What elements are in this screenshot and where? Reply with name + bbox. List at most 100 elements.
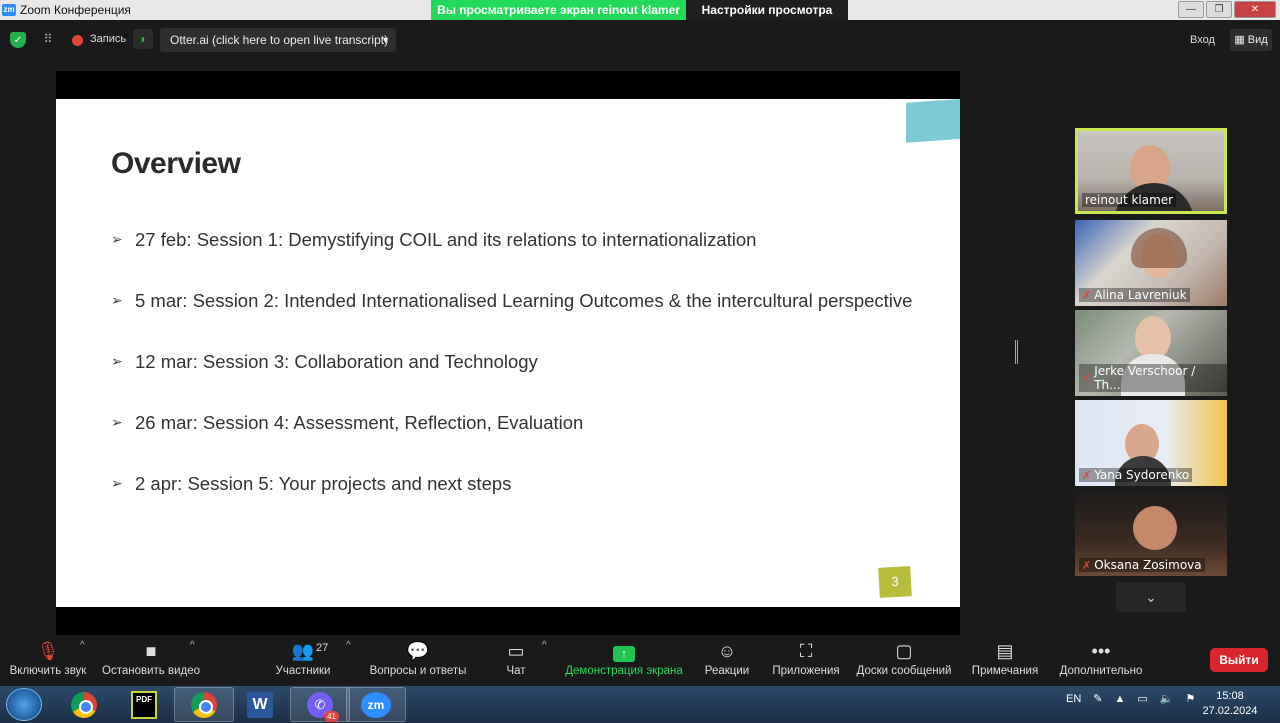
volume-icon[interactable]: 🔈: [1160, 692, 1174, 705]
notes-label: Примечания: [971, 665, 1039, 677]
tray-expand-icon[interactable]: ▲: [1115, 693, 1126, 705]
video-tile-jerke-verschoor[interactable]: ✗ Jerke Verschoor / Th...: [1075, 310, 1227, 396]
action-center-icon[interactable]: ⚑: [1186, 692, 1196, 705]
taskbar-clock[interactable]: 15:08 27.02.2024: [1200, 689, 1260, 719]
window-title-group: zm Zoom Конференция: [0, 0, 131, 20]
muted-mic-icon: ✗: [1082, 371, 1092, 385]
recording-icon: [72, 35, 83, 46]
unmute-button[interactable]: 🎙 Включить звук ^: [6, 636, 90, 686]
video-tile-yana-sydorenko[interactable]: ✗ Yana Sydorenko: [1075, 400, 1227, 486]
taskbar-viber[interactable]: ✆ 41: [290, 687, 350, 722]
arrow-bullet-icon: ➢: [111, 231, 123, 247]
participant-name: ✗ Yana Sydorenko: [1079, 468, 1193, 482]
chevron-up-icon[interactable]: ^: [346, 640, 351, 651]
clock-time: 15:08: [1216, 690, 1244, 702]
security-shield-icon[interactable]: ✓: [10, 32, 26, 48]
viber-unread-badge: 41: [324, 710, 339, 722]
participants-label: Участники: [275, 665, 331, 677]
arrow-bullet-icon: ➢: [111, 475, 123, 491]
language-indicator[interactable]: EN: [1066, 693, 1081, 705]
slide-bullet-list: ➢ 27 feb: Session 1: Demystifying COIL an…: [111, 229, 912, 534]
notes-icon: ▤: [996, 641, 1014, 661]
share-screen-icon: ↑: [613, 646, 635, 662]
maximize-icon[interactable]: ❐: [1206, 1, 1232, 18]
slide-bullet: ➢ 12 mar: Session 3: Collaboration and Te…: [111, 351, 912, 412]
close-icon[interactable]: ✕: [1234, 1, 1276, 18]
arrow-bullet-icon: ➢: [111, 292, 123, 308]
otter-transcript-button[interactable]: Otter.ai (click here to open live transc…: [160, 28, 396, 52]
chat-button[interactable]: ▭ Чат ^: [496, 636, 546, 686]
video-tile-alina-lavreniuk[interactable]: ✗ Alina Lavreniuk: [1075, 220, 1227, 306]
video-tile-oksana-zosimova[interactable]: ✗ Oksana Zosimova: [1075, 490, 1227, 576]
slide-bullet-text: 12 mar: Session 3: Collaboration and Tec…: [135, 351, 538, 372]
participants-count: 27: [316, 642, 329, 654]
qa-label: Вопросы и ответы: [369, 665, 467, 677]
minimize-icon[interactable]: —: [1178, 1, 1204, 18]
view-settings-button[interactable]: Настройки просмотра: [686, 0, 848, 20]
whiteboards-label: Доски сообщений: [856, 665, 952, 677]
presentation-slide: Overview ➢ 27 feb: Session 1: Demystifyin…: [56, 99, 960, 607]
stop-video-label: Остановить видео: [102, 665, 200, 677]
window-titlebar: zm Zoom Конференция Вы просматриваете эк…: [0, 0, 1280, 20]
participant-name: ✗ Jerke Verschoor / Th...: [1079, 364, 1227, 392]
clock-date: 27.02.2024: [1202, 705, 1258, 717]
slide-bullet: ➢ 5 mar: Session 2: Intended Internationa…: [111, 290, 912, 351]
recording-label[interactable]: Запись: [90, 33, 126, 45]
window-title: Zoom Конференция: [20, 3, 131, 17]
slide-bullet: ➢ 27 feb: Session 1: Demystifying COIL an…: [111, 229, 912, 290]
more-button[interactable]: ••• Дополнительно: [1056, 636, 1146, 686]
word-icon: W: [247, 691, 273, 718]
notes-button[interactable]: ▤ Примечания: [968, 636, 1042, 686]
taskbar-zoom[interactable]: zm: [346, 687, 406, 722]
stop-video-button[interactable]: ■ Остановить видео ^: [98, 636, 204, 686]
view-button[interactable]: ▦ Вид: [1230, 29, 1272, 51]
video-tile-reinout-klamer[interactable]: reinout klamer: [1075, 128, 1227, 214]
arrow-bullet-icon: ➢: [111, 414, 123, 430]
taskbar-pdf[interactable]: PDF: [114, 687, 174, 722]
chat-bubble-icon: ▭: [507, 641, 525, 661]
leave-button[interactable]: Выйти: [1210, 648, 1268, 672]
pen-icon[interactable]: ✎: [1093, 692, 1102, 705]
chevron-up-icon[interactable]: ^: [80, 640, 85, 651]
chevron-up-icon[interactable]: ^: [190, 640, 195, 651]
chevron-down-icon: ▼: [381, 35, 390, 45]
participant-name: ✗ Alina Lavreniuk: [1079, 288, 1190, 302]
whiteboards-button[interactable]: ▢ Доски сообщений: [854, 636, 954, 686]
taskbar-word[interactable]: W: [230, 687, 290, 722]
ellipsis-icon: •••: [1091, 641, 1111, 661]
viber-icon: ✆ 41: [307, 691, 339, 722]
slide-bullet: ➢ 2 apr: Session 5: Your projects and nex…: [111, 473, 912, 534]
taskbar-chrome-open[interactable]: [174, 687, 234, 722]
qa-button[interactable]: 💬 Вопросы и ответы: [366, 636, 470, 686]
apps-button[interactable]: ⛶ Приложения: [770, 636, 842, 686]
slide-bullet-text: 5 mar: Session 2: Intended International…: [135, 290, 913, 311]
qa-bubbles-icon: 💬: [406, 641, 430, 661]
windows-start-button[interactable]: [6, 688, 42, 721]
chevron-up-icon[interactable]: ^: [542, 640, 547, 651]
gallery-scroll-down-button[interactable]: ⌄: [1116, 582, 1186, 612]
system-tray: EN ✎ ▲ ▭ 🔈 ⚑: [1066, 692, 1196, 706]
share-screen-label: Демонстрация экрана: [565, 665, 683, 677]
participant-hair: [1131, 228, 1187, 268]
apps-icon: ⛶: [799, 641, 813, 661]
participants-button[interactable]: 👥 27 Участники ^: [268, 636, 351, 686]
video-camera-icon: ■: [145, 641, 157, 661]
participant-name: reinout klamer: [1082, 193, 1177, 207]
muted-mic-icon: ✗: [1082, 288, 1092, 302]
muted-microphone-icon: 🎙: [36, 641, 60, 661]
apps-label: Приложения: [772, 665, 840, 677]
login-button[interactable]: Вход: [1190, 34, 1215, 46]
otter-rss-icon[interactable]: ◗: [133, 29, 153, 49]
meeting-info-grid-icon[interactable]: ⠿: [40, 31, 56, 47]
slide-page-number: 3: [878, 566, 912, 598]
panel-resize-handle[interactable]: [1015, 340, 1018, 364]
share-screen-button[interactable]: ↑ Демонстрация экрана: [562, 636, 686, 686]
reactions-button[interactable]: ☺ Реакции: [702, 636, 752, 686]
slide-accent-shape: [906, 99, 960, 143]
reactions-label: Реакции: [704, 665, 750, 677]
participant-video: [1133, 506, 1177, 550]
chrome-icon: [191, 691, 217, 718]
muted-mic-icon: ✗: [1082, 468, 1092, 482]
taskbar-chrome[interactable]: [54, 687, 114, 722]
network-icon[interactable]: ▭: [1137, 692, 1147, 705]
